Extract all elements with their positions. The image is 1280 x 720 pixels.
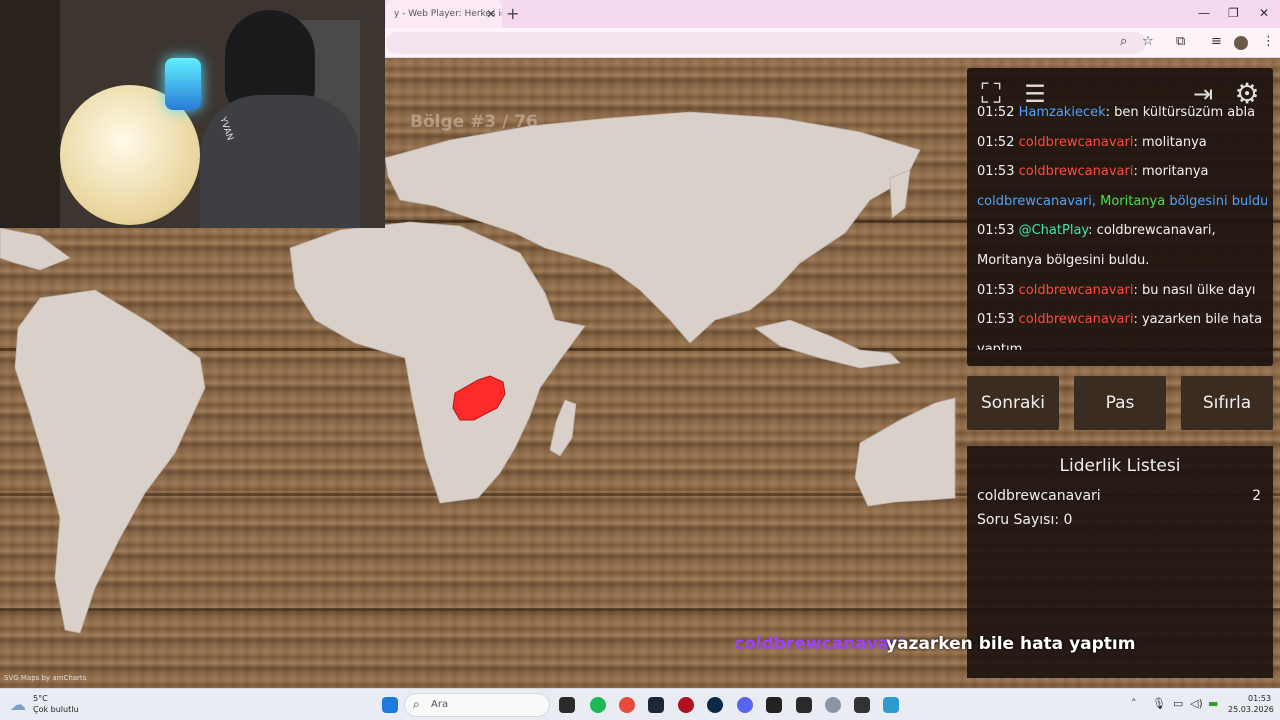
profile-avatar[interactable] bbox=[1234, 36, 1248, 50]
media-icon[interactable]: ≡ bbox=[1211, 34, 1222, 49]
chat-segment: : yazarken bile hata bbox=[1133, 312, 1263, 328]
ccleaner-icon[interactable] bbox=[707, 697, 723, 713]
steam-icon[interactable] bbox=[648, 697, 664, 713]
opera-icon[interactable] bbox=[678, 697, 694, 713]
chat-segment: coldbrewcanavari bbox=[1018, 134, 1134, 150]
chat-segment: Hamzakiecek bbox=[1018, 105, 1106, 120]
map-credit: SVG Maps by amCharts bbox=[4, 674, 87, 682]
chat-message: Moritanya bölgesini buldu. bbox=[977, 246, 1267, 276]
chat-segment: : ben kültürsüzüm abla bbox=[1105, 105, 1256, 120]
chat-segment: 01:53 bbox=[977, 282, 1019, 298]
chat-message: 01:53 coldbrewcanavari: yazarken bile ha… bbox=[977, 305, 1267, 335]
chat-log: 01:52 Hamzakiecek: ben kültürsüzüm abla 0… bbox=[977, 98, 1267, 350]
chat-message: 01:53 @ChatPlay: coldbrewcanavari, bbox=[977, 216, 1267, 246]
clock-date[interactable]: 25.03.2026 bbox=[1228, 705, 1274, 714]
question-count: Soru Sayısı: 0 bbox=[977, 512, 1073, 528]
overlay-message: yazarken bile hata yaptım bbox=[886, 634, 1136, 654]
webcam-feed: YVAN bbox=[0, 0, 385, 228]
photos-icon[interactable] bbox=[883, 697, 899, 713]
spotify-icon[interactable] bbox=[590, 697, 606, 713]
chat-segment: coldbrewcanavari bbox=[1018, 282, 1134, 298]
close-window-icon[interactable]: ✕ bbox=[1259, 6, 1269, 20]
address-field[interactable] bbox=[386, 32, 1146, 54]
region-counter: Bölge #3 / 76 bbox=[410, 112, 538, 132]
chat-message: 01:52 coldbrewcanavari: molitanya bbox=[977, 128, 1267, 158]
chat-segment: bölgesini buldu. bbox=[1165, 193, 1267, 209]
chat-segment: 01:53 bbox=[977, 164, 1019, 180]
chat-segment: : bu nasıl ülke dayı bbox=[1133, 282, 1256, 298]
start-windows-icon[interactable] bbox=[382, 697, 398, 713]
chat-segment: coldbrewcanavari bbox=[1018, 164, 1134, 180]
battery-icon[interactable]: ▬ bbox=[1208, 697, 1218, 710]
chat-segment: : moritanya bbox=[1133, 164, 1209, 180]
zoom-icon[interactable]: ⌕ bbox=[1120, 34, 1127, 49]
map-africa bbox=[289, 221, 586, 504]
chat-segment: : coldbrewcanavari, bbox=[1088, 223, 1216, 239]
map-southeast-asia bbox=[754, 319, 901, 369]
clock-time[interactable]: 01:53 bbox=[1248, 694, 1271, 703]
webcam-person-body bbox=[200, 95, 360, 228]
app-icon[interactable] bbox=[854, 697, 870, 713]
browser-tab[interactable]: y - Web Player: Herkes iç ✕ bbox=[386, 0, 502, 28]
chat-segment: Moritanya bölgesini buldu. bbox=[977, 252, 1150, 268]
chat-message: 01:52 Hamzakiecek: ben kültürsüzüm abla bbox=[977, 98, 1267, 128]
chat-segment: yaptım bbox=[977, 341, 1023, 350]
chat-panel: ⛶ ☰ ⇥ ⚙ 01:52 Hamzakiecek: ben kültürsüz… bbox=[967, 68, 1273, 366]
chat-segment: 01:52 bbox=[977, 134, 1019, 150]
tray-chevron-icon[interactable]: ˄ bbox=[1131, 697, 1137, 710]
map-australia bbox=[854, 397, 956, 507]
taskbar-search[interactable]: ⌕ Ara bbox=[404, 693, 550, 717]
chat-message: 01:53 coldbrewcanavari: moritanya bbox=[977, 157, 1267, 187]
mic-icon[interactable]: 🎙 bbox=[1152, 697, 1166, 710]
chrome-icon[interactable] bbox=[619, 697, 635, 713]
discord-icon[interactable] bbox=[737, 697, 753, 713]
chat-message: yaptım bbox=[977, 335, 1267, 350]
search-label: Ara bbox=[431, 699, 449, 710]
bookmark-star-icon[interactable]: ☆ bbox=[1142, 34, 1154, 49]
weather-temp: 5°C bbox=[33, 694, 48, 703]
map-south-america bbox=[14, 289, 206, 634]
leaderboard-entry-name: coldbrewcanavari bbox=[977, 488, 1101, 504]
menu-dots-icon[interactable]: ⋮ bbox=[1262, 34, 1275, 49]
file-explorer-icon[interactable] bbox=[559, 697, 575, 713]
github-icon[interactable] bbox=[766, 697, 782, 713]
leaderboard-title: Liderlik Listesi bbox=[1059, 456, 1181, 476]
chat-segment: coldbrewcanavari, bbox=[977, 193, 1101, 209]
volume-icon[interactable]: ◁) bbox=[1190, 697, 1203, 710]
settings-icon[interactable] bbox=[825, 697, 841, 713]
chat-segment: @ChatPlay bbox=[1018, 223, 1089, 239]
chat-segment: : molitanya bbox=[1133, 134, 1207, 150]
chat-segment: coldbrewcanavari bbox=[1018, 312, 1134, 328]
chat-message: 01:53 coldbrewcanavari: bu nasıl ülke da… bbox=[977, 276, 1267, 306]
chat-segment: 01:53 bbox=[977, 223, 1019, 239]
weather-desc[interactable]: Çok bulutlu bbox=[33, 705, 79, 714]
windows-taskbar: ☁ 5°C Çok bulutlu ⌕ Ara ˄ 🎙 ▭ ◁) ▬ 01:53… bbox=[0, 688, 1280, 720]
pass-button[interactable]: Pas bbox=[1074, 376, 1166, 430]
leaderboard-entry-score: 2 bbox=[1252, 488, 1261, 504]
network-icon[interactable]: ▭ bbox=[1173, 697, 1183, 710]
chat-segment: 01:52 bbox=[977, 105, 1019, 120]
tab-close-icon[interactable]: ✕ bbox=[486, 0, 496, 28]
reset-button[interactable]: Sıfırla bbox=[1181, 376, 1273, 430]
restore-icon[interactable]: ❐ bbox=[1228, 6, 1239, 20]
extensions-icon[interactable]: ⧉ bbox=[1176, 34, 1185, 49]
chat-segment: Moritanya bbox=[1100, 193, 1166, 209]
weather-cloud-icon: ☁ bbox=[10, 695, 26, 714]
next-button[interactable]: Sonraki bbox=[967, 376, 1059, 430]
webcam-microphone bbox=[165, 58, 201, 110]
overlay-username: coldbrewcanavari bbox=[734, 634, 904, 654]
chat-message: coldbrewcanavari, Moritanya bölgesini bu… bbox=[977, 187, 1267, 217]
map-north-america-fragment bbox=[0, 227, 71, 271]
map-madagascar bbox=[549, 399, 577, 457]
map-japan bbox=[889, 169, 911, 219]
epic-games-icon[interactable] bbox=[796, 697, 812, 713]
new-tab-button[interactable]: + bbox=[506, 4, 519, 23]
search-icon: ⌕ bbox=[413, 697, 420, 711]
minimize-icon[interactable]: — bbox=[1198, 6, 1210, 20]
webcam-bookshelf bbox=[0, 0, 60, 228]
chat-segment: 01:53 bbox=[977, 312, 1019, 328]
